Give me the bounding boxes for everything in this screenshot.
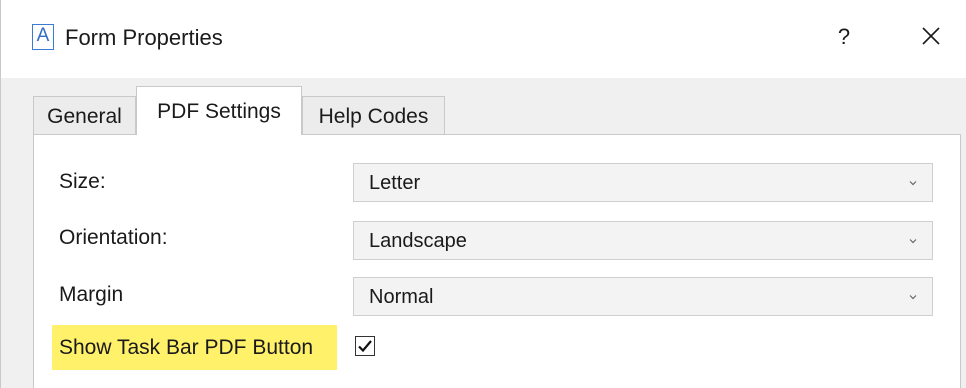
chevron-down-icon [909,295,917,300]
margin-label: Margin [59,283,124,306]
orientation-select[interactable]: Landscape [353,221,933,260]
size-select[interactable]: Letter [353,163,933,202]
title-bar: A Form Properties ? [1,0,966,78]
orientation-value: Landscape [369,230,467,252]
show-taskbar-pdf-label: Show Task Bar PDF Button [59,336,314,359]
tab-help-codes[interactable]: Help Codes [302,96,445,134]
close-icon [922,27,940,45]
app-logo-icon: A [32,24,54,50]
tab-general[interactable]: General [33,96,136,134]
help-button[interactable]: ? [827,18,861,56]
margin-select[interactable]: Normal [353,277,933,316]
close-button[interactable] [911,16,951,56]
orientation-label: Orientation: [59,226,168,249]
chevron-down-icon [909,181,917,186]
tab-pdf-settings[interactable]: PDF Settings [136,86,302,135]
dialog-title: Form Properties [65,25,223,50]
checkmark-icon [358,340,372,353]
size-label: Size: [59,170,106,193]
show-taskbar-pdf-checkbox[interactable] [355,336,375,356]
size-value: Letter [369,172,421,194]
form-properties-dialog: A Form Properties ? General PDF Settings… [0,0,966,388]
chevron-down-icon [909,239,917,244]
margin-value: Normal [369,286,434,308]
